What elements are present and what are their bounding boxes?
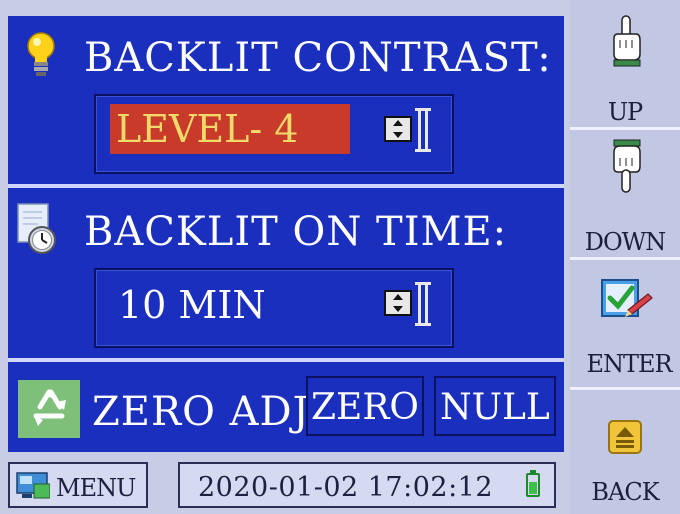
null-button[interactable]: NULL	[434, 376, 556, 436]
datetime-text: 2020-01-02 17:02:12	[198, 472, 494, 503]
contrast-value: LEVEL- 4	[116, 107, 299, 151]
contrast-value-highlight: LEVEL- 4	[110, 104, 350, 154]
contrast-field[interactable]: LEVEL- 4	[94, 94, 454, 174]
enter-button[interactable]: ENTER	[570, 260, 680, 390]
hand-pointing-up-icon	[606, 14, 646, 67]
down-button[interactable]: DOWN	[570, 130, 680, 260]
null-button-label: NULL	[440, 387, 550, 428]
row-divider	[8, 184, 564, 188]
backlit-contrast-label: BACKLIT CONTRAST:	[84, 35, 552, 81]
zero-adj-label: ZERO ADJ	[92, 389, 310, 435]
recycle-icon	[18, 380, 80, 438]
backlit-on-time-label: BACKLIT ON TIME:	[84, 209, 508, 255]
on-time-value: 10 MIN	[118, 283, 266, 327]
menu-label: MENU	[56, 474, 136, 502]
down-label: DOWN	[584, 228, 667, 256]
up-button[interactable]: UP	[570, 0, 680, 130]
zero-button-label: ZERO	[311, 387, 419, 428]
on-time-spinner-icon[interactable]	[378, 276, 438, 336]
on-time-field[interactable]: 10 MIN	[94, 268, 454, 348]
clock-document-icon	[14, 202, 58, 256]
up-label: UP	[607, 98, 643, 126]
row-divider	[8, 358, 564, 362]
back-label: BACK	[591, 478, 659, 506]
contrast-spinner-icon[interactable]	[378, 102, 438, 162]
device-screen: BACKLIT CONTRAST: LEVEL- 4 BACKLIT ON TI…	[0, 0, 680, 514]
datetime-display: 2020-01-02 17:02:12	[178, 462, 556, 508]
lightbulb-icon	[26, 30, 56, 80]
back-button[interactable]: BACK	[570, 390, 680, 514]
side-button-column: UP DOWN ENTER BACK	[570, 0, 680, 514]
menu-button[interactable]: MENU	[8, 462, 148, 508]
hand-pointing-down-icon	[606, 138, 646, 193]
zero-button[interactable]: ZERO	[306, 376, 424, 436]
checklist-pen-icon	[598, 274, 654, 318]
battery-icon	[526, 470, 540, 497]
status-bar: MENU 2020-01-02 17:02:12	[0, 452, 570, 514]
enter-label: ENTER	[586, 350, 672, 378]
eject-up-icon	[608, 420, 642, 454]
settings-panel: BACKLIT CONTRAST: LEVEL- 4 BACKLIT ON TI…	[8, 16, 564, 452]
menu-icon	[16, 472, 51, 500]
